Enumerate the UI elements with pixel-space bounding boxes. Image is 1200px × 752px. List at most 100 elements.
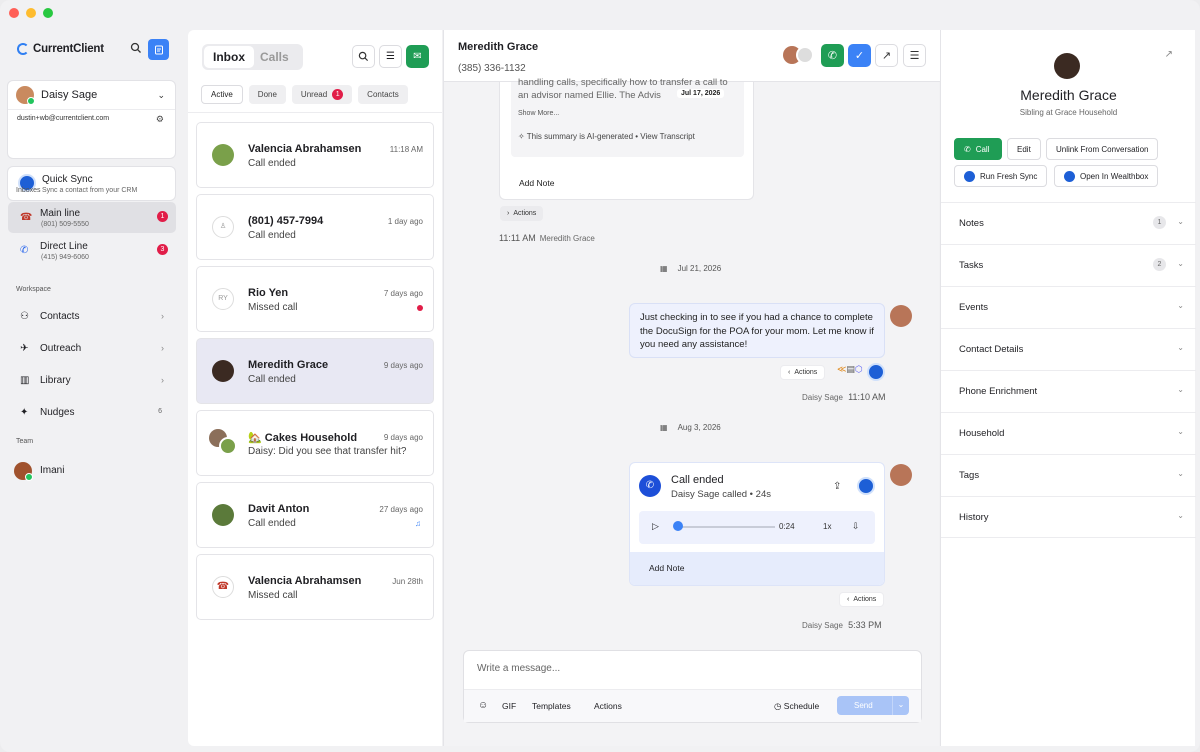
emoji-icon[interactable]: ☺ [478, 700, 488, 711]
mark-done-button[interactable]: ✓ [848, 44, 871, 67]
ai-summary-note: ✧ This summary is AI-generated • View Tr… [518, 132, 695, 141]
add-note-button[interactable]: Add Note [630, 552, 884, 585]
speed-button[interactable]: 1x [823, 522, 831, 531]
open-external-button[interactable]: ↗ [875, 44, 898, 67]
filter-label: Done [257, 90, 277, 99]
conversation-time: Jun 28th [392, 577, 423, 586]
send-button[interactable]: Send ⌄ [837, 696, 909, 715]
hexagon-icon: ⬡ [854, 364, 863, 374]
expand-icon[interactable]: ↗ [1165, 49, 1173, 60]
section-events[interactable]: Events ⌄ [941, 286, 1196, 328]
add-note-button[interactable]: Add Note [519, 178, 554, 188]
brand-logo[interactable]: CurrentClient [17, 43, 104, 55]
conversation-item[interactable]: ☎ Valencia Abrahamsen Missed call Jun 28… [196, 554, 434, 620]
new-message-button[interactable]: ✉ [406, 45, 429, 68]
search-icon[interactable] [130, 42, 142, 54]
edit-button[interactable]: Edit [1007, 138, 1041, 160]
sidebar-item-contacts[interactable]: ⚇ Contacts › [8, 301, 176, 332]
sidebar-item-main-line[interactable]: ☎ Main line (801) 509-5550 1 [8, 202, 176, 233]
avatar [796, 46, 814, 64]
chevron-down-icon[interactable]: ⌄ [157, 90, 165, 101]
download-icon[interactable]: ⇩ [852, 521, 860, 532]
section-notes[interactable]: Notes 1 ⌄ [941, 202, 1196, 244]
conversation-item[interactable]: ♙ (801) 457-7994 Call ended 1 day ago [196, 194, 434, 260]
filter-menu-button[interactable]: ☰ [379, 45, 402, 68]
message-time: 11:11 AM [499, 233, 536, 243]
filter-active[interactable]: Active [201, 85, 243, 104]
section-contact-details[interactable]: Contact Details ⌄ [941, 328, 1196, 370]
chevron-left-icon: ‹ [847, 596, 850, 603]
quick-sync-button[interactable]: Quick Sync Sync a contact from your CRM [7, 166, 176, 201]
compose-button[interactable] [148, 39, 169, 60]
filter-unread[interactable]: Unread 1 [291, 85, 353, 104]
unread-dot [417, 305, 423, 311]
wealthbox-icon[interactable] [867, 363, 885, 381]
summary-box: handling calls, specifically how to tran… [511, 77, 744, 157]
chevron-down-icon[interactable]: ⌄ [892, 696, 909, 715]
chevron-down-icon: ⌄ [1177, 427, 1184, 436]
section-tasks[interactable]: Tasks 2 ⌄ [941, 244, 1196, 286]
call-button[interactable]: ✆ Call [954, 138, 1002, 160]
message-time: 5:33 PM [848, 620, 882, 630]
playback-track[interactable] [675, 526, 775, 528]
run-fresh-sync-button[interactable]: Run Fresh Sync [954, 165, 1048, 187]
actions-toggle[interactable]: ‹ Actions [839, 592, 885, 607]
sidebar-item-outreach[interactable]: ✈ Outreach › [8, 333, 176, 364]
filter-contacts[interactable]: Contacts [358, 85, 408, 104]
sidebar-item-library[interactable]: ▥ Library › [8, 365, 176, 396]
show-more-link[interactable]: Show More... [518, 110, 559, 117]
section-tags[interactable]: Tags ⌄ [941, 454, 1196, 496]
conversation-item[interactable]: 🏡 Cakes Household Daisy: Did you see tha… [196, 410, 434, 476]
filter-done[interactable]: Done [248, 85, 286, 104]
unlink-label: Unlink From Conversation [1056, 144, 1149, 154]
search-button[interactable] [352, 45, 375, 68]
sparkle-icon: ✧ [518, 132, 527, 141]
conversation-item[interactable]: Davit Anton Call ended 27 days ago ♫ [196, 482, 434, 548]
section-phone-enrichment[interactable]: Phone Enrichment ⌄ [941, 370, 1196, 412]
tab-inbox[interactable]: Inbox [204, 46, 254, 68]
view-transcript-link[interactable]: View Transcript [640, 132, 695, 141]
play-button[interactable]: ▷ [652, 521, 659, 532]
actions-button[interactable]: Actions [594, 701, 622, 711]
minimize-window-button[interactable] [26, 8, 36, 18]
conversation-item[interactable]: RY Rio Yen Missed call 7 days ago [196, 266, 434, 332]
call-button[interactable]: ✆ [821, 44, 844, 67]
message-input[interactable]: Write a message... [477, 663, 560, 674]
conversation-item[interactable]: Valencia Abrahamsen Call ended 11:18 AM [196, 122, 434, 188]
conversation-item-selected[interactable]: Meredith Grace Call ended 9 days ago [196, 338, 434, 404]
conversation-list-panel: Inbox Calls ☰ ✉ Active Done Unread 1 Cont… [188, 30, 442, 746]
share-icon[interactable]: ⇪ [833, 481, 841, 492]
tab-calls[interactable]: Calls [260, 46, 289, 68]
message-meta: Daisy Sage 11:10 AM [802, 392, 890, 402]
close-window-button[interactable] [9, 8, 19, 18]
wealthbox-label: Open In Wealthbox [1080, 171, 1149, 181]
account-switcher[interactable]: Daisy Sage ⌄ dustin+wb@currentclient.com… [7, 80, 176, 159]
section-household[interactable]: Household ⌄ [941, 412, 1196, 454]
chevron-down-icon: ⌄ [1177, 301, 1184, 310]
wealthbox-icon[interactable] [857, 477, 875, 495]
conversation-time: 27 days ago [379, 505, 423, 514]
phone-icon: ☎ [20, 212, 33, 223]
section-title: Phone Enrichment [959, 386, 1038, 397]
schedule-button[interactable]: ◷ Schedule [774, 701, 819, 712]
zoom-window-button[interactable] [43, 8, 53, 18]
sidebar-item-label: Contacts [40, 311, 80, 322]
actions-toggle[interactable]: › Actions [500, 206, 544, 221]
send-label: Send [854, 701, 873, 710]
templates-button[interactable]: Templates [532, 701, 571, 711]
sidebar-item-imani[interactable]: Imani [8, 455, 176, 486]
gif-button[interactable]: GIF [502, 701, 516, 711]
phone-call-icon: ✆ [639, 475, 661, 497]
avatar [212, 360, 234, 382]
playback-knob[interactable] [673, 521, 683, 531]
section-history[interactable]: History ⌄ [941, 496, 1196, 538]
actions-toggle[interactable]: ‹ Actions [780, 365, 826, 380]
more-menu-button[interactable]: ☰ [903, 44, 926, 67]
avatar [1054, 53, 1080, 79]
gear-icon[interactable]: ⚙ [156, 114, 164, 125]
sidebar-item-nudges[interactable]: ✦ Nudges 6 [8, 397, 176, 428]
open-wealthbox-button[interactable]: Open In Wealthbox [1054, 165, 1159, 187]
sidebar-item-direct-line[interactable]: ✆ Direct Line (415) 949-6060 3 [8, 235, 176, 266]
unlink-button[interactable]: Unlink From Conversation [1046, 138, 1159, 160]
section-title: Contact Details [959, 344, 1024, 355]
